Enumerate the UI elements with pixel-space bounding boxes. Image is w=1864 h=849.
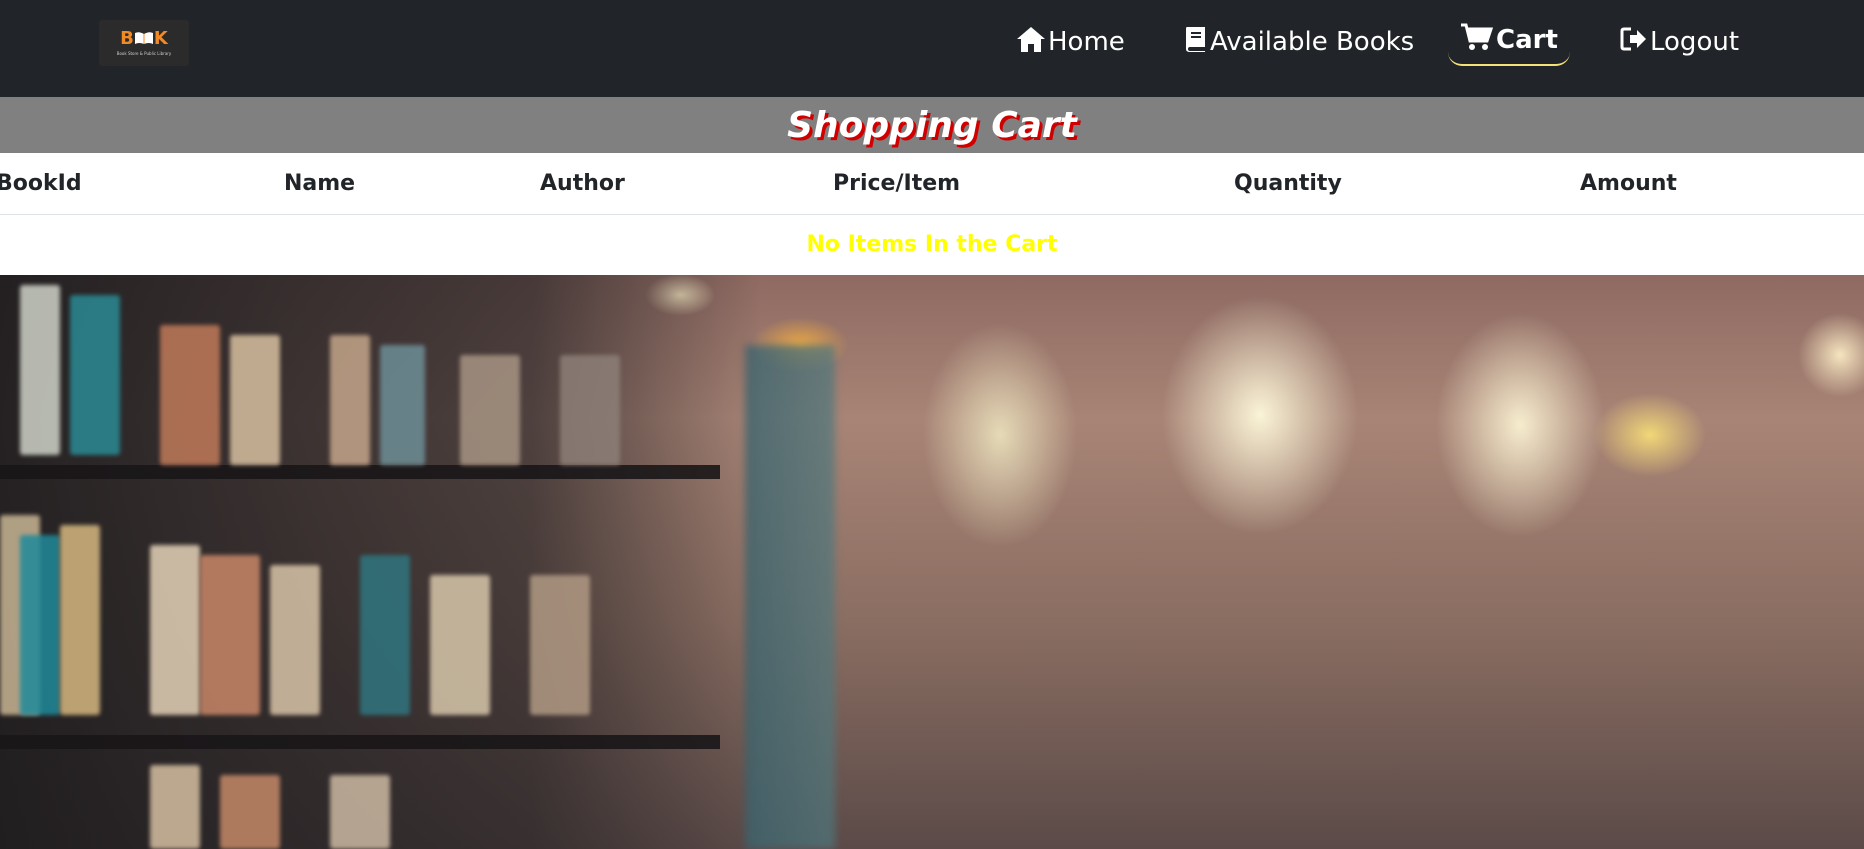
shelf-board xyxy=(0,735,720,749)
book-spine xyxy=(150,765,200,849)
book-icon xyxy=(1184,25,1208,60)
nav-cart[interactable]: Cart xyxy=(1448,16,1570,66)
nav-logout-label: Logout xyxy=(1650,27,1740,57)
nav-logout[interactable]: Logout xyxy=(1620,0,1739,84)
cart-table: BookId Name Author Price/Item Quantity A… xyxy=(0,153,1864,275)
book-spine xyxy=(20,285,60,455)
nav-cart-label: Cart xyxy=(1496,25,1558,55)
brand-tagline: Book Store & Public Library xyxy=(116,51,172,56)
column-header-amount: Amount xyxy=(1580,153,1864,215)
book-spine xyxy=(220,775,280,849)
nav-available-books[interactable]: Available Books xyxy=(1184,0,1414,84)
book-spine xyxy=(460,355,520,465)
book-spine xyxy=(360,555,410,715)
book-spine xyxy=(380,345,425,465)
logout-icon xyxy=(1620,26,1648,59)
column-header-name: Name xyxy=(284,153,540,215)
book-spine xyxy=(150,545,200,715)
book-spine xyxy=(60,525,100,715)
book-spine xyxy=(430,575,490,715)
book-spine xyxy=(530,575,590,715)
book-spine xyxy=(160,325,220,465)
book-spine xyxy=(200,555,260,715)
navbar: BK Book Store & Public Library Home Avai… xyxy=(0,0,1864,97)
nav-home-label: Home xyxy=(1048,27,1125,57)
open-book-icon xyxy=(134,31,154,45)
book-spine xyxy=(330,335,370,465)
nav-available-books-label: Available Books xyxy=(1210,27,1415,57)
column-header-quantity: Quantity xyxy=(1234,153,1580,215)
cart-icon xyxy=(1460,23,1494,58)
book-spine xyxy=(270,565,320,715)
book-spine xyxy=(330,775,390,849)
empty-cart-message: No Items In the Cart xyxy=(806,232,1058,258)
house-icon xyxy=(1016,25,1046,60)
bookshelf xyxy=(0,275,760,849)
column-header-price: Price/Item xyxy=(833,153,1234,215)
book-spine xyxy=(560,355,620,465)
page-title-band: Shopping Cart xyxy=(0,97,1864,153)
book-spine xyxy=(20,535,60,715)
shelf-board xyxy=(0,465,720,479)
brand-logo[interactable]: BK Book Store & Public Library xyxy=(99,20,189,66)
background-image xyxy=(0,275,1864,849)
brand-logo-word: BK xyxy=(120,28,168,49)
column-header-bookid: BookId xyxy=(0,153,284,215)
page-title: Shopping Cart xyxy=(787,104,1077,146)
book-spine xyxy=(230,335,280,465)
table-row: No Items In the Cart xyxy=(0,214,1864,275)
book-spine xyxy=(70,295,120,455)
nav-home[interactable]: Home xyxy=(1016,0,1125,84)
table-header-row: BookId Name Author Price/Item Quantity A… xyxy=(0,153,1864,215)
column-header-author: Author xyxy=(540,153,833,215)
